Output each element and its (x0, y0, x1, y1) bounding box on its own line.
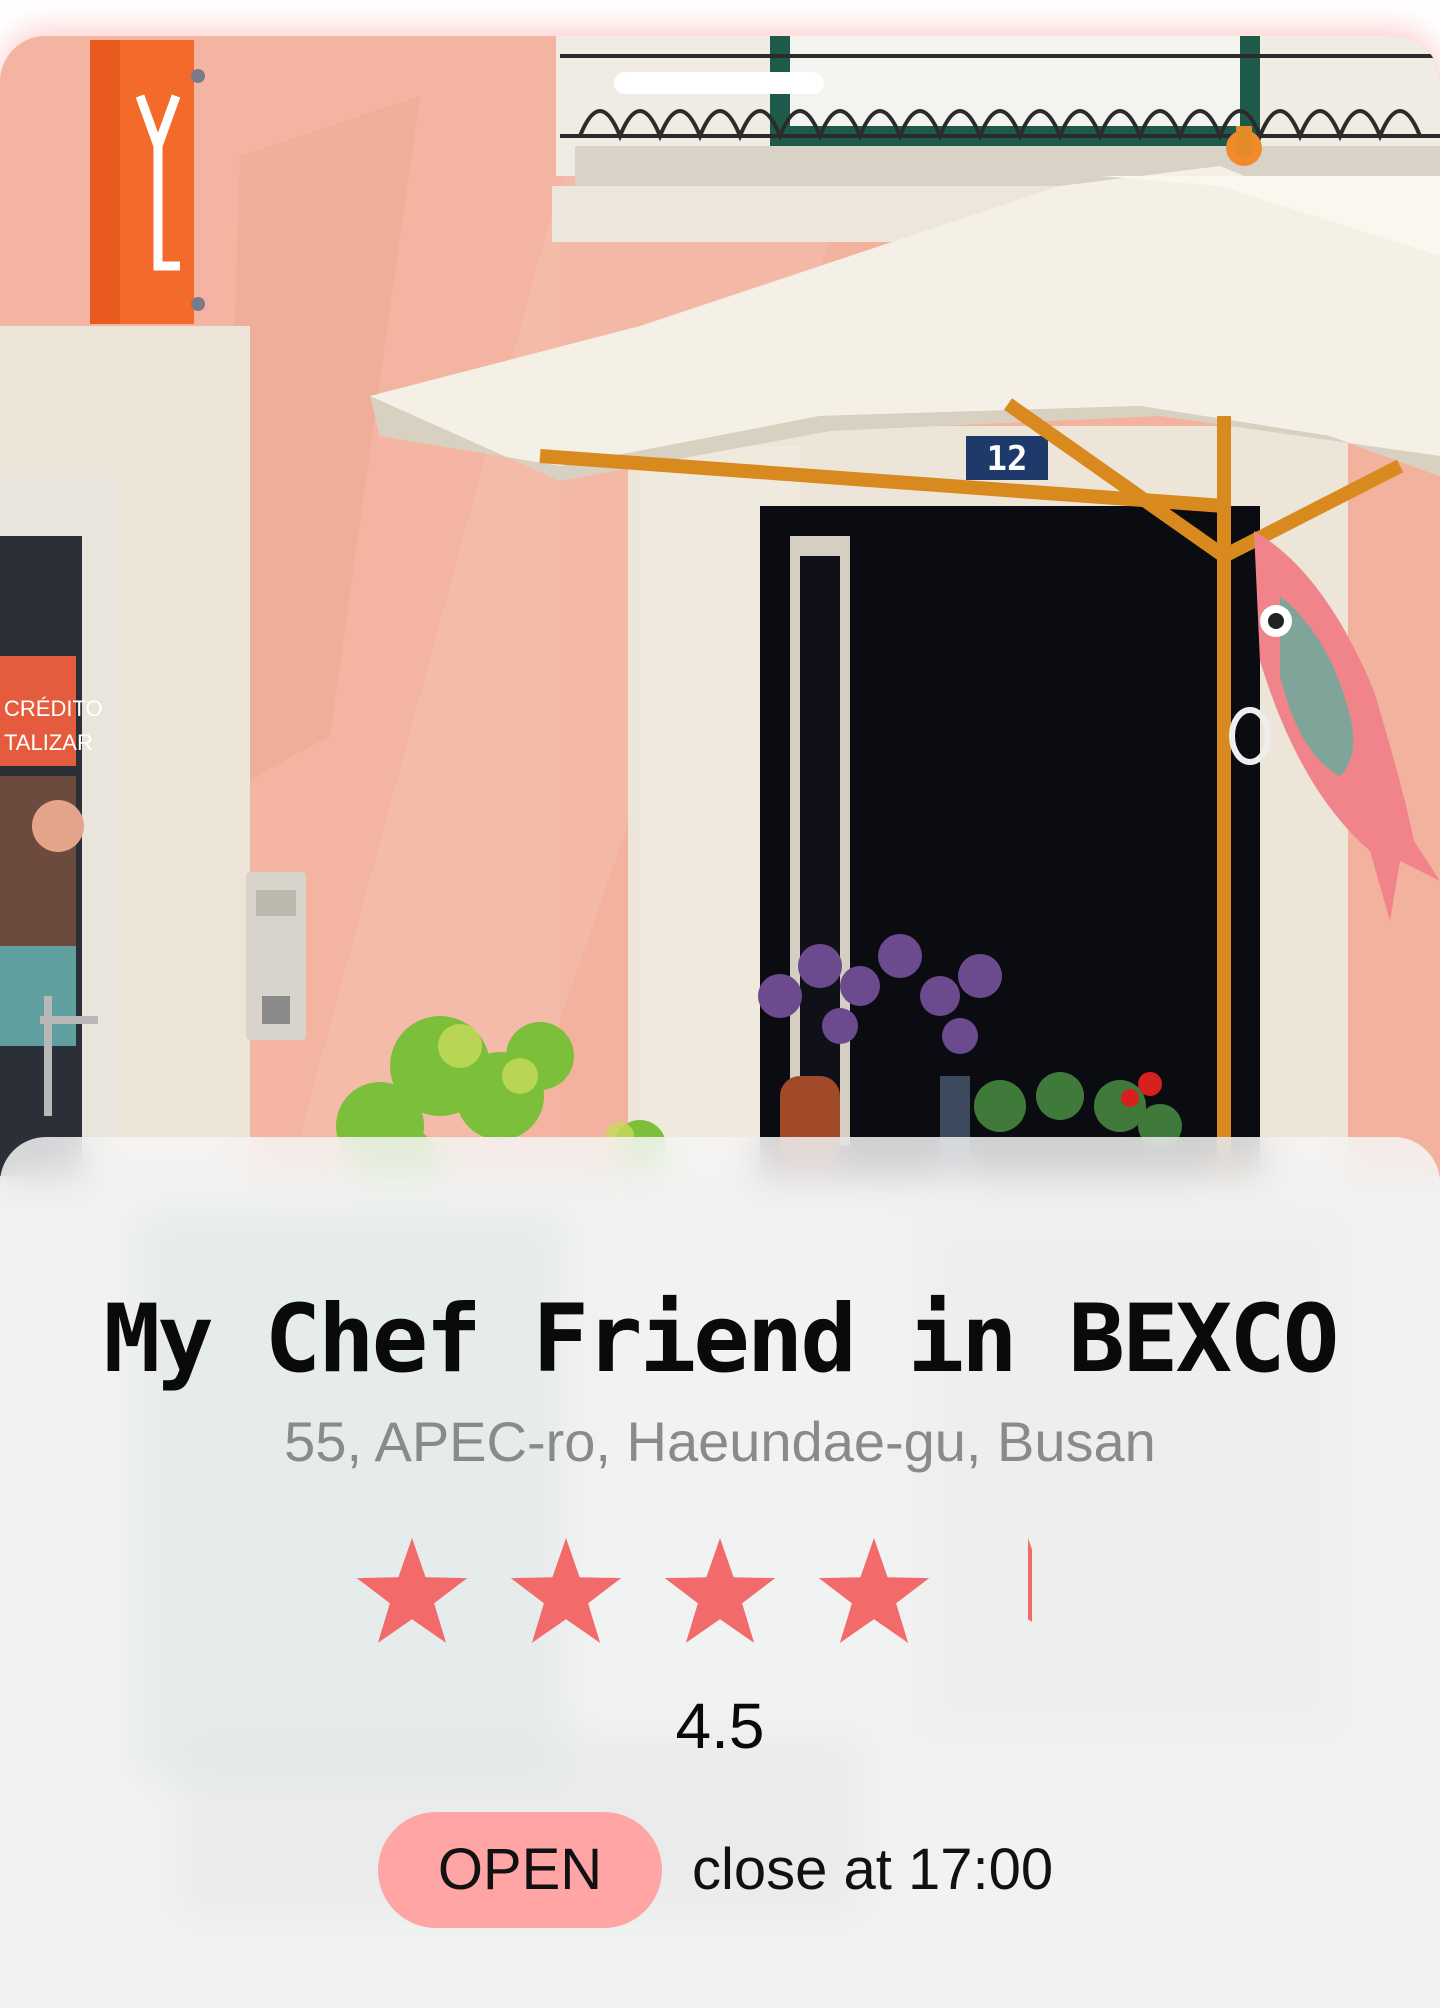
closing-time-text: close at 17:00 (692, 1837, 1054, 1902)
restaurant-detail-screen: CRÉDITO TALIZAR 12 My Chef Friend in BEX… (0, 0, 1440, 2008)
star-icon (818, 1538, 930, 1643)
star-icon (1028, 1538, 1032, 1622)
status-badge: OPEN (378, 1812, 662, 1928)
star-icon (356, 1538, 468, 1643)
star-icon (510, 1538, 622, 1643)
rating-value: 4.5 (675, 1690, 765, 1762)
star-icon (664, 1538, 776, 1643)
drag-handle[interactable] (614, 72, 824, 94)
status-row: OPEN close at 17:00 (0, 1812, 1440, 1928)
restaurant-name: My Chef Friend in BEXCO (103, 1285, 1340, 1394)
restaurant-address: 55, APEC-ro, Haeundae-gu, Busan (284, 1410, 1156, 1473)
svg-text:TALIZAR: TALIZAR (4, 730, 93, 755)
svg-text:12: 12 (987, 439, 1028, 479)
svg-text:CRÉDITO: CRÉDITO (4, 696, 103, 721)
rating-stars (356, 1538, 1032, 1643)
